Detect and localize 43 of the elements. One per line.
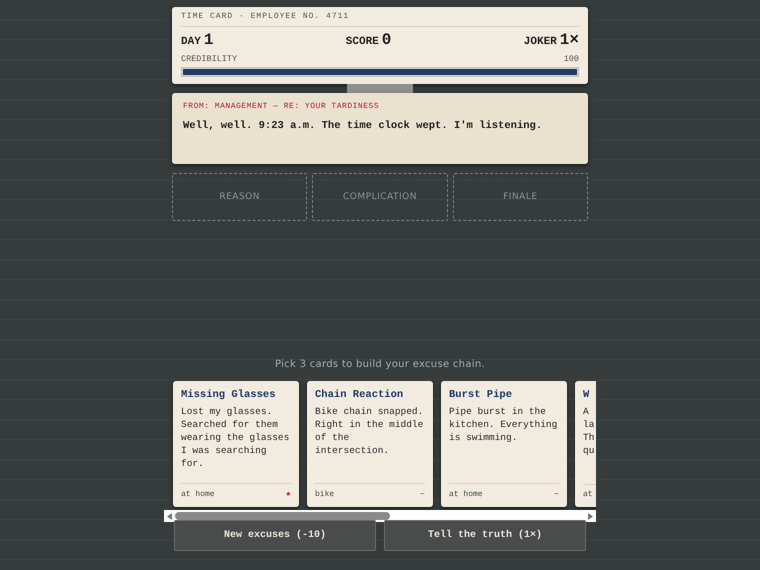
card-tag: at home [181,488,215,500]
card-tag: at [583,489,593,502]
meter-reading: 100 [564,52,579,66]
card-text: Pipe burst in the kitchen. Everything is swimming. [449,405,558,444]
stat-label: JOKER [524,35,557,50]
stat-label: SCORE [346,35,379,50]
card-tag: bike [315,488,334,500]
stat-value: 0 [382,31,392,49]
card-marker: – [554,488,559,501]
scroll-left-icon[interactable] [167,512,172,520]
excuse-card[interactable]: Missing Glasses Lost my glasses. Searched for them wearing the glasses I was searching for. at home ★ [173,381,299,508]
card-marker: ★ [286,488,291,501]
excuse-card[interactable]: Chain Reaction Bike chain snapped. Right in the middle of the intersection. bike – [307,381,433,508]
stat-label: DAY [181,35,201,50]
card-text: Th [583,431,596,444]
message-sender: FROM: MANAGEMENT — RE: YOUR TARDINESS [183,101,380,114]
card-title: Missing Glasses [181,388,277,404]
card-tag: at home [449,488,483,500]
card-text: A [583,405,590,418]
action-button[interactable]: New excuses (-10) [174,520,376,552]
card-text: la [583,418,596,432]
card-text: Lost my glasses. Searched for them wearing the glasses I was searching for. [181,405,290,470]
card-title: Burst Pipe [449,388,514,404]
meter-label: CREDIBILITY [181,52,238,66]
stat-value: 1× [560,31,579,49]
drag-handle[interactable] [347,84,413,94]
card-title: W [583,388,590,404]
card-title: Chain Reaction [315,388,404,404]
scroll-right-icon[interactable] [588,512,593,520]
instruction-text: Pick 3 cards to build your excuse chain. [275,358,485,372]
card-slot[interactable]: COMPLICATION [312,173,448,222]
scroll-thumb[interactable] [175,512,390,520]
card-text: Bike chain snapped. Right in the middle of the intersection. [315,405,424,458]
card-header: TIME CARD · EMPLOYEE NO. 4711 [181,11,579,27]
stat-value: 1 [204,31,214,49]
excuse-card[interactable]: W A la Th qu at [575,381,596,508]
excuse-card[interactable]: Burst Pipe Pipe burst in the kitchen. Everything is swimming. at home – [441,381,567,508]
card-slot[interactable]: REASON [172,173,308,222]
card-text: qu [583,444,596,458]
action-button[interactable]: Tell the truth (1×) [384,520,586,552]
message-text: Well, well. 9:23 a.m. The time clock wept. I'm listening. [183,119,544,134]
card-slot[interactable]: FINALE [452,173,588,222]
card-marker: – [420,488,425,501]
